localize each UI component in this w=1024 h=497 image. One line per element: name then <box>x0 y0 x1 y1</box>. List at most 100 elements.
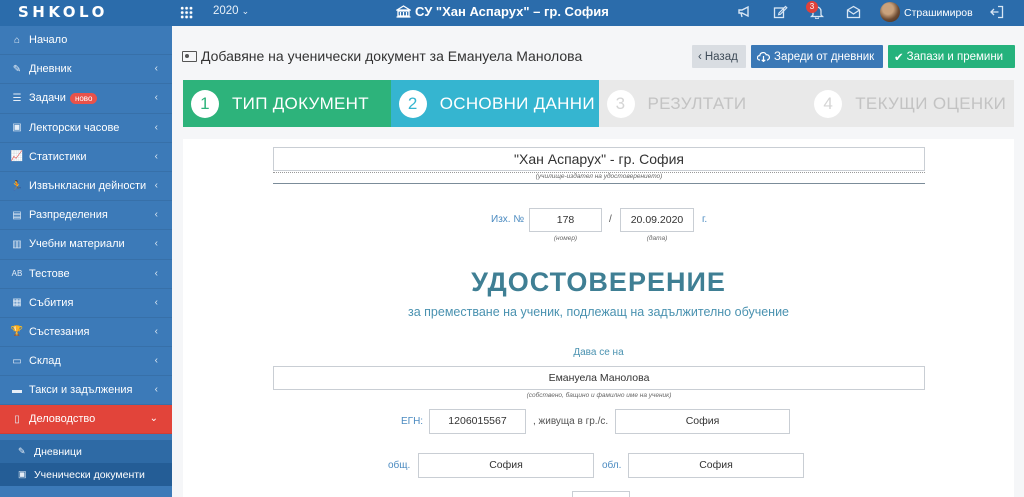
sidebar-item-home[interactable]: ⌂ Начало <box>0 26 172 56</box>
avatar[interactable] <box>880 2 900 22</box>
sidebar-item-journal[interactable]: ✎ Дневник ‹ <box>0 55 172 85</box>
sidebar-item-extracurricular[interactable]: 🏃 Извънкласни дейности ‹ <box>0 172 172 202</box>
chevron-left-icon: ‹ <box>154 384 158 396</box>
step-number: 2 <box>398 89 427 118</box>
sidebar-item-label: Задачи <box>29 92 66 105</box>
step-document-type[interactable]: 1 ТИП ДОКУМЕНТ <box>183 80 391 127</box>
money-icon: ▬ <box>12 384 22 396</box>
top-bar: SHKOLO 2020 ⌄ СУ "Хан Аспарух" – гр. Софи… <box>0 0 1024 26</box>
envelope-icon[interactable] <box>845 5 861 21</box>
step-number: 1 <box>191 89 219 118</box>
sidebar-item-label: Начало <box>29 34 68 47</box>
grid-icon[interactable] <box>180 6 193 19</box>
chevron-down-icon: ⌄ <box>241 6 250 16</box>
edit-icon[interactable] <box>772 5 788 21</box>
region-label: обл. <box>602 460 622 471</box>
issuer-school-field[interactable]: "Хан Аспарух" - гр. София <box>273 147 925 171</box>
document-icon: ▯ <box>14 413 20 425</box>
step-results[interactable]: 3 РЕЗУЛТАТИ <box>598 80 807 127</box>
wizard-steps: 1 ТИП ДОКУМЕНТ 2 ОСНОВНИ ДАННИ 3 РЕЗУЛТАТИ … <box>183 80 1014 127</box>
save-button-label: Запази и премини <box>906 50 1004 63</box>
sidebar-item-events[interactable]: ▦ Събития ‹ <box>0 289 172 318</box>
sidebar-item-label: Учебни материали <box>29 238 125 251</box>
sidebar-item-label: Разпределения <box>29 209 108 222</box>
chevron-left-icon: ‹ <box>154 179 158 191</box>
city-field[interactable]: София <box>615 409 790 434</box>
load-button-label: Зареди от дневник <box>774 50 875 63</box>
sidebar-item-fees[interactable]: ▬ Такси и задължения ‹ <box>0 376 172 406</box>
app-logo[interactable]: SHKOLO <box>18 3 108 21</box>
username[interactable]: Страшимиров <box>904 7 973 19</box>
chevron-left-icon: ‹ <box>154 355 158 367</box>
step-number: 3 <box>606 89 635 118</box>
year-selector[interactable]: 2020 ⌄ <box>213 5 249 17</box>
student-name-field[interactable]: Емануела Манолова <box>273 366 925 390</box>
egn-field[interactable]: 1206015567 <box>429 409 526 434</box>
school-name: СУ "Хан Аспарух" – гр. София <box>396 4 609 19</box>
sidebar-item-statistics[interactable]: 📈 Статистики ‹ <box>0 143 172 172</box>
running-icon: 🏃 <box>10 180 24 192</box>
tasks-icon: ☰ <box>12 92 22 104</box>
sidebar-item-distributions[interactable]: ▤ Разпределения ‹ <box>0 201 172 231</box>
chevron-left-icon: ‹ <box>154 92 158 104</box>
chevron-left-icon: ‹ <box>154 63 158 75</box>
chevron-left-icon: ‹ <box>154 209 158 221</box>
sidebar-item-label: Статистики <box>29 150 87 163</box>
reg-number-field[interactable]: 178 <box>529 208 602 232</box>
chevron-left-icon: ‹ <box>154 238 158 250</box>
back-button[interactable]: ‹ Назад <box>692 45 746 68</box>
chevron-left-icon: ‹ <box>154 267 158 279</box>
list-icon: ▤ <box>12 209 22 221</box>
megaphone-icon[interactable] <box>736 5 752 21</box>
living-label: , живуща в гр./с. <box>533 416 609 427</box>
next-field[interactable] <box>572 491 630 497</box>
date-caption: (дата) <box>646 235 668 242</box>
given-to-label: Дава се на <box>573 347 624 358</box>
sidebar-item-label: Такси и задължения <box>29 384 133 397</box>
sidebar-item-tests[interactable]: AB Тестове ‹ <box>0 260 172 289</box>
sidebar-item-warehouse[interactable]: ▭ Склад ‹ <box>0 347 172 377</box>
step-label: ТИП ДОКУМЕНТ <box>232 93 369 113</box>
chevron-left-icon: ‹ <box>698 50 702 63</box>
municipality-field[interactable]: София <box>418 453 594 478</box>
new-badge: ново <box>69 92 98 104</box>
school-icon <box>396 5 411 18</box>
sidebar-item-label: Събития <box>29 296 74 309</box>
books-icon: ▥ <box>12 238 22 250</box>
main-content: Добавяне на ученически документ за Еману… <box>172 26 1024 497</box>
back-button-label: Назад <box>704 50 738 63</box>
step-current-grades[interactable]: 4 ТЕКУЩИ ОЦЕНКИ <box>806 80 1014 127</box>
sidebar-item-tasks[interactable]: ☰ Задачи ново ‹ <box>0 84 172 114</box>
home-icon: ⌂ <box>13 34 21 46</box>
journal-icon: ✎ <box>12 63 22 75</box>
save-and-continue-button[interactable]: ✔ Запази и премини <box>888 45 1015 68</box>
sidebar-item-label: Склад <box>29 355 61 368</box>
date-field[interactable]: 20.09.2020 <box>620 208 694 232</box>
region-field[interactable]: София <box>628 453 804 478</box>
issuer-caption: (училище-издател на удостоверението) <box>535 173 663 180</box>
document-title: УДОСТОВЕРЕНИЕ <box>471 267 726 297</box>
abc-icon: AB <box>11 269 23 279</box>
briefcase-icon: ▣ <box>12 122 22 134</box>
logout-icon[interactable] <box>988 5 1004 21</box>
divider <box>273 183 925 184</box>
sidebar-subitem-journals[interactable]: ✎ Дневници <box>0 440 172 463</box>
box-icon: ▭ <box>12 355 22 367</box>
sidebar-item-label: Дневник <box>29 63 72 76</box>
year-value: 2020 <box>213 5 239 17</box>
sidebar-item-records-office[interactable]: ▯ Деловодство ⌄ <box>0 405 172 435</box>
page-title-text: Добавяне на ученически документ за Еману… <box>201 48 583 64</box>
chevron-down-icon: ⌄ <box>149 413 158 425</box>
step-basic-data[interactable]: 2 ОСНОВНИ ДАННИ <box>390 80 599 127</box>
sidebar-item-materials[interactable]: ▥ Учебни материали ‹ <box>0 230 172 260</box>
sidebar-subitem-student-documents[interactable]: ▣ Ученически документи <box>0 463 172 487</box>
sidebar-subitem-label: Дневници <box>34 445 82 458</box>
sidebar: ⌂ Начало ✎ Дневник ‹ ☰ Задачи ново ‹ ▣ Лекторск… <box>0 26 172 497</box>
sidebar-item-lecturer-hours[interactable]: ▣ Лекторски часове ‹ <box>0 114 172 143</box>
sidebar-item-label: Лекторски часове <box>29 121 120 134</box>
id-card-icon: ▣ <box>18 469 27 480</box>
sidebar-item-competitions[interactable]: 🏆 Състезания ‹ <box>0 318 172 348</box>
load-from-journal-button[interactable]: Зареди от дневник <box>751 45 883 68</box>
certificate-form: "Хан Аспарух" - гр. София (училище-издат… <box>183 139 1014 497</box>
notification-badge: 3 <box>806 1 818 13</box>
